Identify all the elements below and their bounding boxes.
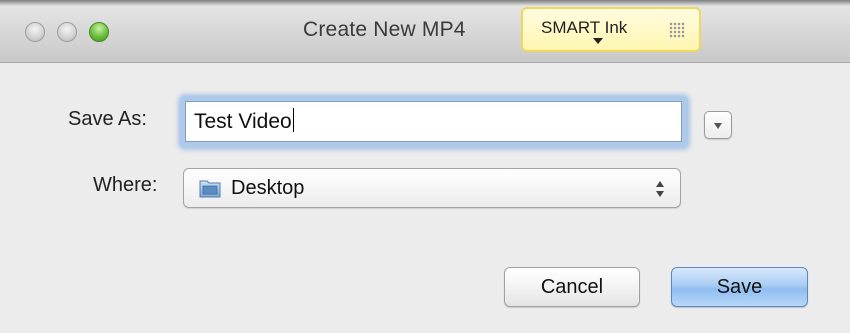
smart-ink-tab[interactable]: SMART Ink [521,7,701,52]
save-button[interactable]: Save [671,267,808,307]
window-title: Create New MP4 [303,18,466,41]
smart-ink-dropdown-icon[interactable] [593,38,603,44]
save-as-label: Save As: [68,108,147,130]
chevron-down-icon [714,123,722,129]
minimize-window-button[interactable] [57,22,77,42]
title-bar[interactable]: Create New MP4 SMART Ink [0,0,850,63]
where-value: Desktop [231,177,305,199]
smart-ink-label: SMART Ink [541,18,628,37]
text-caret [292,108,294,132]
expand-dialog-button[interactable] [704,111,732,139]
save-as-field[interactable]: Test Video [185,101,682,142]
close-window-button[interactable] [25,22,45,42]
up-down-arrows-icon [656,181,664,197]
where-location-popup[interactable]: Desktop [183,168,681,208]
save-as-value: Test Video [194,110,292,133]
cancel-button[interactable]: Cancel [504,267,640,307]
where-label: Where: [93,174,158,196]
folder-icon [199,180,221,198]
save-dialog-window: Create New MP4 SMART Ink Save As: Test V… [0,0,850,333]
title-bar-shadow [0,0,850,6]
zoom-window-button[interactable] [89,22,109,42]
grip-icon[interactable] [669,22,685,38]
